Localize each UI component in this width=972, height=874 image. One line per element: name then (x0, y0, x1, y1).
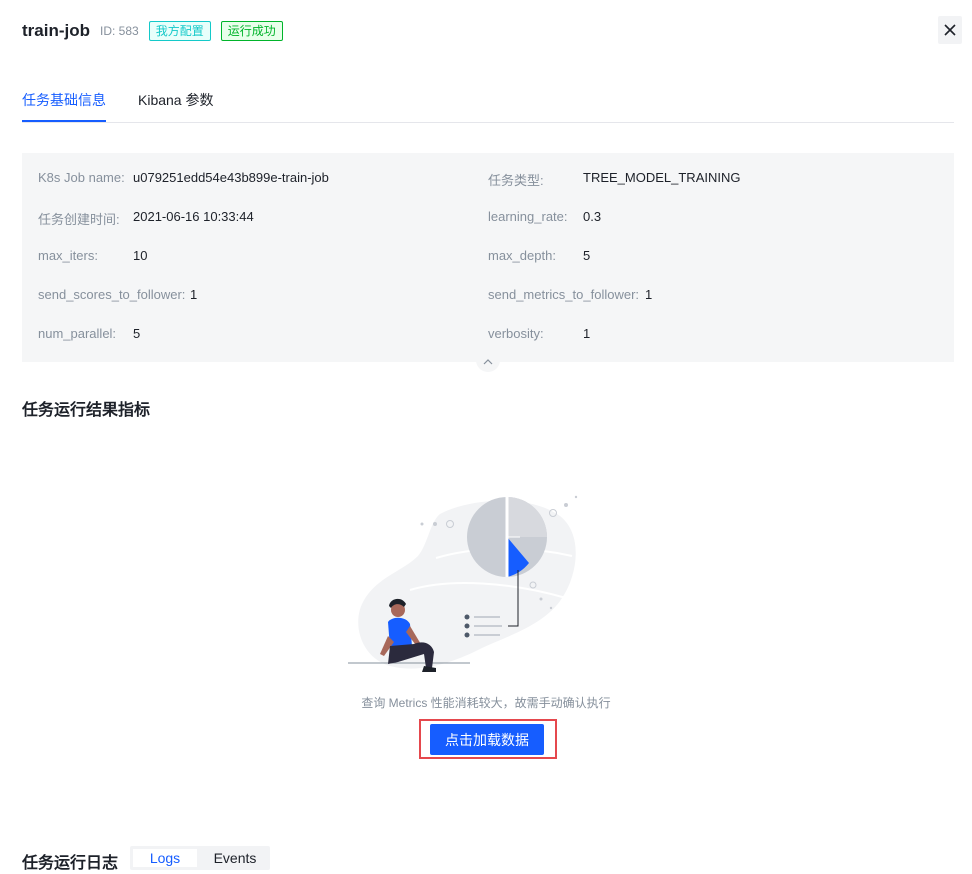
info-item: learning_rate: 0.3 (488, 209, 601, 224)
drawer-header: train-job ID: 583 我方配置 运行成功 (22, 18, 283, 44)
log-type-segmented: Logs Events (130, 846, 270, 870)
tab-bar: 任务基础信息 Kibana 参数 (22, 78, 954, 123)
close-icon (944, 24, 956, 36)
info-label: K8s Job name: (38, 170, 125, 185)
info-label: verbosity: (488, 326, 544, 341)
info-label: 任务类型: (488, 173, 544, 188)
status-badge: 运行成功 (220, 21, 283, 41)
empty-state-text: 查询 Metrics 性能消耗较大，故需手动确认执行 (361, 696, 611, 710)
info-label: 任务创建时间: (38, 212, 120, 227)
info-label: max_depth: (488, 248, 556, 263)
info-item: max_depth: 5 (488, 248, 590, 263)
tab-logs[interactable]: Logs (133, 849, 197, 867)
info-label: max_iters: (38, 248, 98, 263)
info-label: send_scores_to_follower: (38, 287, 186, 302)
info-value: 1 (583, 326, 591, 341)
info-value: 0.3 (583, 209, 602, 224)
info-label: send_metrics_to_follower: (488, 287, 640, 302)
info-value: TREE_MODEL_TRAINING (583, 170, 741, 185)
tab-events[interactable]: Events (200, 849, 270, 867)
job-name: train-job (22, 21, 90, 40)
config-tag: 我方配置 (148, 21, 211, 41)
info-label: learning_rate: (488, 209, 568, 224)
info-value: u079251edd54e43b899e-train-job (133, 170, 329, 185)
collapse-toggle[interactable] (476, 352, 500, 372)
info-value: 1 (190, 287, 198, 302)
close-button[interactable] (938, 16, 962, 44)
info-value: 5 (133, 326, 141, 341)
info-item: num_parallel: 5 (38, 326, 140, 341)
job-info-panel: K8s Job name: u079251edd54e43b899e-train… (22, 153, 954, 362)
tab-active-indicator (22, 120, 106, 122)
info-item: K8s Job name: u079251edd54e43b899e-train… (38, 170, 329, 185)
info-value: 10 (133, 248, 148, 263)
logs-section-title: 任务运行日志 (22, 855, 119, 872)
tab-kibana-params[interactable]: Kibana 参数 (138, 90, 213, 110)
tab-basic-info[interactable]: 任务基础信息 (22, 90, 106, 110)
load-data-button[interactable]: 点击加载数据 (430, 724, 544, 755)
info-item: 任务类型: TREE_MODEL_TRAINING (488, 170, 740, 189)
info-value: 5 (583, 248, 591, 263)
info-item: send_metrics_to_follower: 1 (488, 287, 652, 302)
info-item: 任务创建时间: 2021-06-16 10:33:44 (38, 209, 254, 228)
metrics-section-title: 任务运行结果指标 (22, 402, 151, 419)
info-label: num_parallel: (38, 326, 117, 341)
info-item: verbosity: 1 (488, 326, 590, 341)
info-value: 1 (645, 287, 653, 302)
info-item: max_iters: 10 (38, 248, 147, 263)
empty-state-illustration (348, 495, 578, 672)
chevron-up-icon (483, 359, 493, 365)
info-item: send_scores_to_follower: 1 (38, 287, 197, 302)
info-value: 2021-06-16 10:33:44 (133, 209, 254, 224)
job-id: ID: 583 (100, 24, 139, 38)
